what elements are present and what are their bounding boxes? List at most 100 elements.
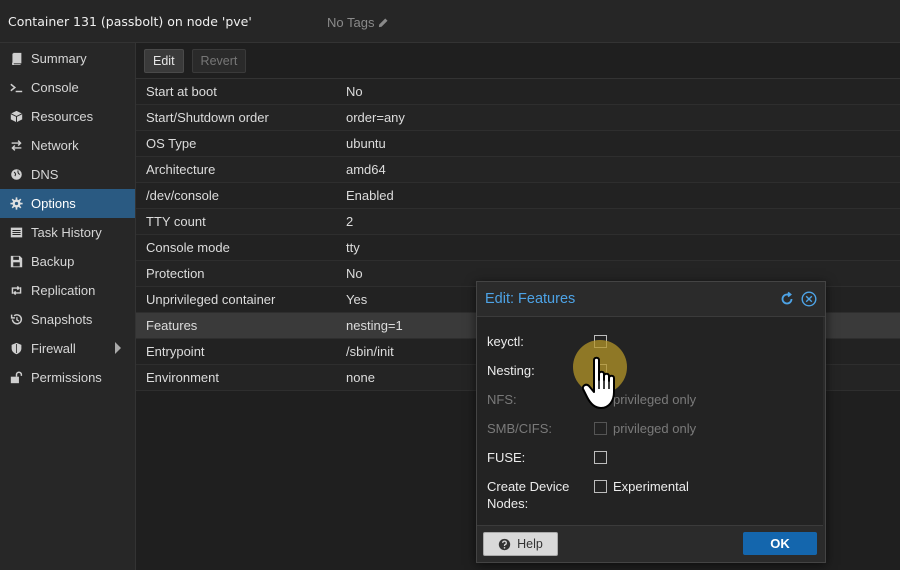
smb-row: SMB/CIFS: privileged only (487, 420, 807, 437)
chevron-right-icon[interactable] (115, 342, 121, 354)
retweet-icon (8, 283, 24, 299)
nfs-label: NFS: (487, 392, 517, 407)
sidebar-item-label: Backup (31, 254, 75, 269)
sidebar-item-label: Network (31, 138, 79, 153)
shield-icon (8, 341, 24, 357)
option-key: Features (146, 318, 198, 333)
option-value: ubuntu (346, 136, 386, 151)
terminal-icon (8, 80, 24, 96)
table-row[interactable]: OS Type ubuntu (136, 131, 900, 157)
cube-icon (8, 109, 24, 125)
sidebar-item-resources[interactable]: Resources (0, 102, 135, 131)
dialog-body: keyctl: Nesting: NFS: privileged only SM… (477, 317, 823, 526)
sidebar-item-label: Firewall (31, 341, 76, 356)
sidebar-item-summary[interactable]: Summary (0, 44, 135, 73)
table-row[interactable]: TTY count 2 (136, 209, 900, 235)
table-row[interactable]: /dev/console Enabled (136, 183, 900, 209)
option-value: tty (346, 240, 360, 255)
smb-hint: privileged only (613, 421, 697, 436)
table-row[interactable]: Console mode tty (136, 235, 900, 261)
option-key: Start/Shutdown order (146, 110, 269, 125)
floppy-icon (8, 254, 24, 270)
dialog-title: Edit: Features (485, 291, 576, 307)
sidebar-item-console[interactable]: Console (0, 73, 135, 102)
mknod-row: Create Device Nodes: Experimental (487, 478, 807, 512)
nesting-row: Nesting: (487, 362, 807, 379)
option-value: 2 (346, 214, 354, 229)
edit-button[interactable]: Edit (144, 48, 184, 73)
table-row[interactable]: Start at boot No (136, 79, 900, 105)
page-title: Container 131 (passbolt) on node 'pve' (8, 13, 252, 29)
question-icon (498, 538, 511, 550)
nfs-row: NFS: privileged only (487, 391, 807, 408)
pencil-icon[interactable] (377, 17, 389, 29)
option-value: Enabled (346, 188, 394, 203)
option-value: No (346, 84, 363, 99)
option-value: amd64 (346, 162, 386, 177)
close-icon[interactable] (801, 291, 817, 307)
option-value: No (346, 266, 363, 281)
keyctl-label: keyctl: (487, 334, 524, 349)
sidebar-item-label: Console (31, 80, 79, 95)
mknod-hint: Experimental (613, 479, 689, 494)
mknod-checkbox[interactable] (594, 480, 607, 493)
option-value: nesting=1 (346, 318, 403, 333)
tags-editor[interactable]: No Tags (327, 15, 389, 30)
table-row[interactable]: Start/Shutdown order order=any (136, 105, 900, 131)
option-key: Environment (146, 370, 219, 385)
list-icon (8, 225, 24, 241)
fuse-checkbox[interactable] (594, 451, 607, 464)
help-label: Help (517, 537, 543, 551)
dialog-header: Edit: Features (477, 282, 825, 317)
sidebar-item-label: Permissions (31, 370, 102, 385)
smb-label: SMB/CIFS: (487, 421, 553, 436)
mknod-label: Create Device Nodes: (487, 479, 570, 511)
edit-features-dialog: Edit: Features keyctl: Nesting: NFS: pri… (476, 281, 826, 563)
sidebar-item-network[interactable]: Network (0, 131, 135, 160)
sidebar-item-dns[interactable]: DNS (0, 160, 135, 189)
option-key: Unprivileged container (146, 292, 276, 307)
sidebar-item-label: Options (31, 196, 76, 211)
sidebar-item-label: Task History (31, 225, 102, 240)
option-key: OS Type (146, 136, 197, 151)
option-key: Architecture (146, 162, 216, 177)
sidebar-item-replication[interactable]: Replication (0, 276, 135, 305)
option-key: TTY count (146, 214, 206, 229)
table-row[interactable]: Architecture amd64 (136, 157, 900, 183)
header-bar: Container 131 (passbolt) on node 'pve' N… (0, 0, 900, 43)
sidebar-item-backup[interactable]: Backup (0, 247, 135, 276)
sidebar-item-firewall[interactable]: Firewall (0, 334, 135, 363)
exchange-icon (8, 138, 24, 154)
hand-cursor-icon (582, 356, 615, 409)
book-icon (8, 51, 24, 67)
option-value: /sbin/init (346, 344, 394, 359)
sidebar-item-label: Replication (31, 283, 96, 298)
option-value: Yes (346, 292, 368, 307)
history-icon (8, 312, 24, 328)
sidebar-item-permissions[interactable]: Permissions (0, 363, 135, 392)
option-value: none (346, 370, 375, 385)
help-button[interactable]: Help (483, 532, 558, 556)
option-key: Protection (146, 266, 205, 281)
option-key: /dev/console (146, 188, 219, 203)
toolbar: Edit Revert (136, 43, 900, 79)
smb-checkbox (594, 422, 607, 435)
sidebar: Summary Console Resources Network DNS Op… (0, 43, 136, 570)
option-value: order=any (346, 110, 405, 125)
ok-button[interactable]: OK (743, 532, 817, 555)
sidebar-item-label: Resources (31, 109, 94, 124)
gear-icon (8, 196, 24, 212)
sidebar-item-label: Snapshots (31, 312, 93, 327)
tags-label: No Tags (327, 15, 375, 30)
option-key: Start at boot (146, 84, 217, 99)
fuse-row: FUSE: (487, 449, 807, 466)
option-key: Console mode (146, 240, 230, 255)
sidebar-item-snapshots[interactable]: Snapshots (0, 305, 135, 334)
revert-button[interactable]: Revert (191, 48, 247, 73)
reset-icon[interactable] (779, 291, 795, 307)
sidebar-item-options[interactable]: Options (0, 189, 135, 218)
sidebar-item-label: DNS (31, 167, 59, 182)
keyctl-row: keyctl: (487, 333, 807, 350)
sidebar-item-task-history[interactable]: Task History (0, 218, 135, 247)
unlock-icon (8, 370, 24, 386)
